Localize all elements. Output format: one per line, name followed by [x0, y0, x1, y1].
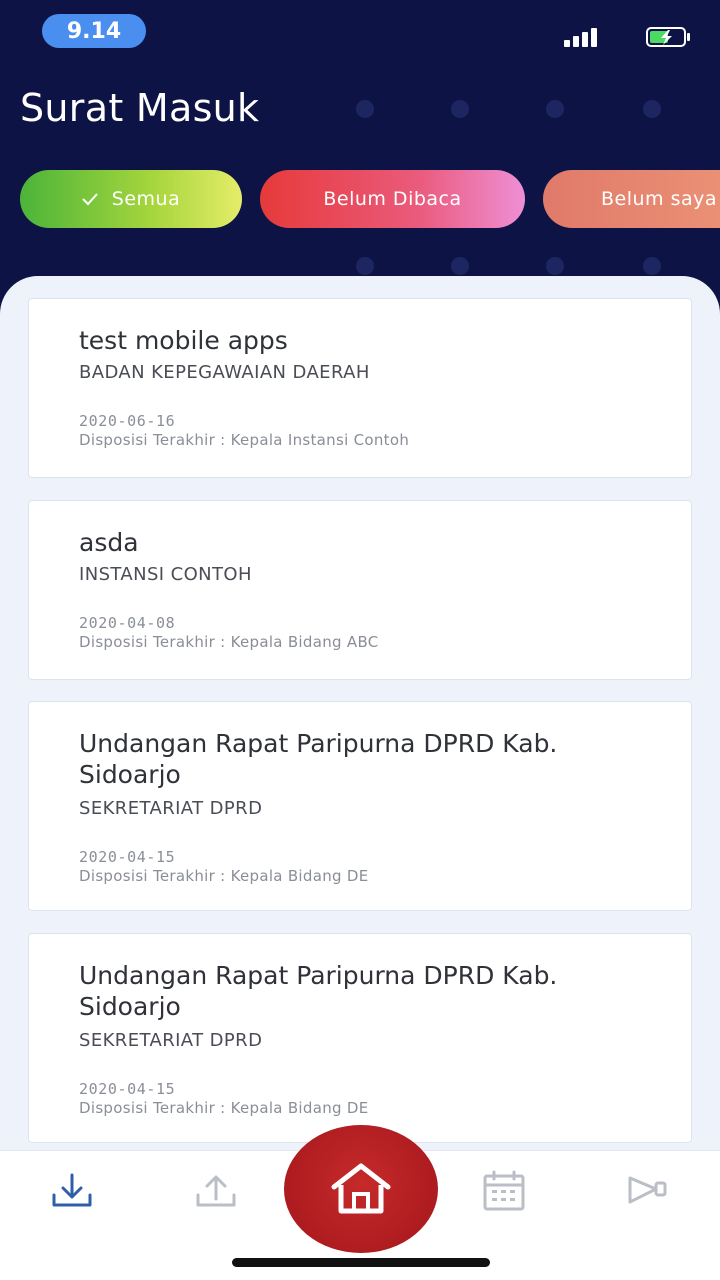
- letter-title: asda: [79, 528, 139, 557]
- megaphone-icon[interactable]: [626, 1169, 670, 1213]
- letter-org: SEKRETARIAT DPRD: [79, 1030, 263, 1051]
- filter-chip-belum-saya[interactable]: Belum saya: [543, 170, 720, 228]
- letter-org: BADAN KEPEGAWAIAN DAERAH: [79, 362, 370, 383]
- letter-disposition: Disposisi Terakhir : Kepala Bidang ABC: [79, 633, 379, 651]
- decor-dot: [546, 100, 564, 118]
- decor-dot: [356, 100, 374, 118]
- filter-chip-label: Belum Dibaca: [323, 188, 462, 210]
- letter-title: Undangan Rapat Paripurna DPRD Kab. Sidoa…: [79, 729, 558, 789]
- letter-card[interactable]: Undangan Rapat Paripurna DPRD Kab. Sidoa…: [28, 701, 692, 911]
- filter-chip-semua[interactable]: Semua: [20, 170, 242, 228]
- signal-bars-icon: [564, 28, 597, 47]
- filter-chip-label: Belum saya: [601, 188, 718, 210]
- battery-charging-icon: [646, 27, 690, 47]
- decor-dot: [643, 257, 661, 275]
- letter-disposition: Disposisi Terakhir : Kepala Bidang DE: [79, 867, 369, 885]
- letter-date: 2020-04-15: [79, 1080, 176, 1098]
- outbox-upload-icon[interactable]: [194, 1169, 238, 1213]
- calendar-icon[interactable]: [482, 1169, 526, 1213]
- letter-date: 2020-04-08: [79, 614, 176, 632]
- letter-org: SEKRETARIAT DPRD: [79, 798, 263, 819]
- home-button[interactable]: [284, 1125, 438, 1253]
- decor-dot: [356, 257, 374, 275]
- letter-title: Undangan Rapat Paripurna DPRD Kab. Sidoa…: [79, 961, 558, 1021]
- letter-disposition: Disposisi Terakhir : Kepala Bidang DE: [79, 1099, 369, 1117]
- letter-org: INSTANSI CONTOH: [79, 564, 252, 585]
- filter-chips: Semua Belum Dibaca Belum saya: [20, 170, 720, 230]
- home-icon: [331, 1163, 391, 1214]
- status-time: 9.14: [42, 14, 146, 48]
- decor-dot: [643, 100, 661, 118]
- decor-dot: [451, 257, 469, 275]
- inbox-download-icon[interactable]: [50, 1169, 94, 1213]
- page-title: Surat Masuk: [20, 86, 260, 130]
- decor-dot: [451, 100, 469, 118]
- decor-dot: [546, 257, 564, 275]
- letter-card[interactable]: test mobile apps BADAN KEPEGAWAIAN DAERA…: [28, 298, 692, 478]
- home-indicator: [232, 1258, 490, 1267]
- letter-date: 2020-06-16: [79, 412, 176, 430]
- letter-disposition: Disposisi Terakhir : Kepala Instansi Con…: [79, 431, 410, 449]
- check-icon: [82, 193, 98, 206]
- header: 9.14 Surat Masuk Semua Belum Dibaca Belu…: [0, 0, 720, 320]
- letter-title: test mobile apps: [79, 326, 288, 355]
- filter-chip-belum-dibaca[interactable]: Belum Dibaca: [260, 170, 525, 228]
- letter-card[interactable]: Undangan Rapat Paripurna DPRD Kab. Sidoa…: [28, 933, 692, 1143]
- letter-date: 2020-04-15: [79, 848, 176, 866]
- filter-chip-label: Semua: [111, 188, 181, 210]
- letter-card[interactable]: asda INSTANSI CONTOH 2020-04-08 Disposis…: [28, 500, 692, 680]
